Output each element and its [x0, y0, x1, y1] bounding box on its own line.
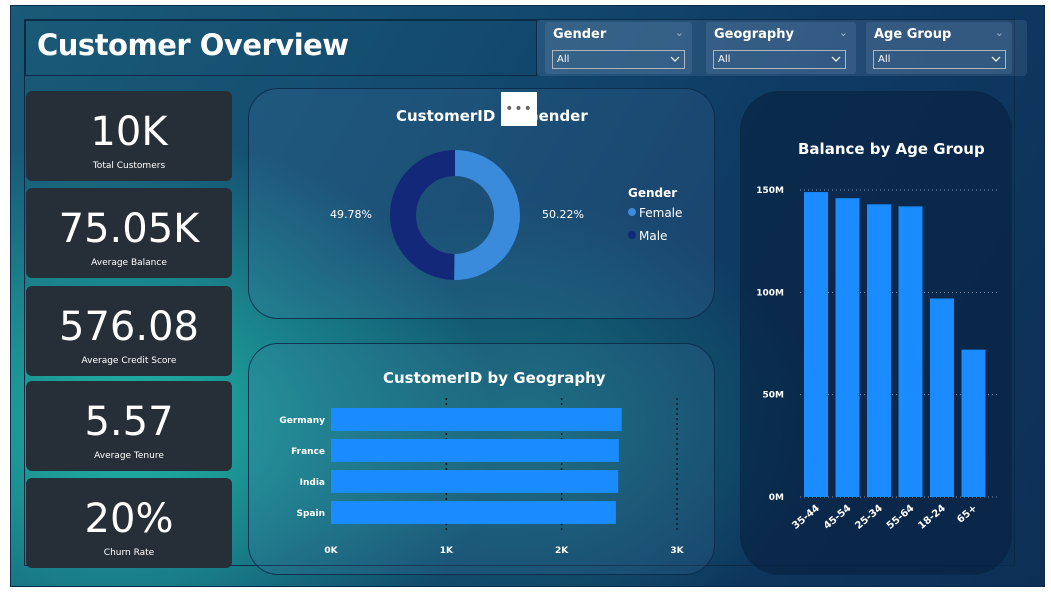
category-label: Germany	[279, 416, 325, 426]
legend-item-male[interactable]: Male	[628, 229, 667, 243]
x-tick-label: 65+	[955, 503, 979, 526]
chevron-down-icon[interactable]: ⌄	[839, 26, 848, 39]
legend-dot-icon	[628, 231, 636, 239]
category-label: Spain	[297, 509, 326, 519]
x-tick-label: 18-24	[916, 503, 948, 530]
x-tick-label: 2K	[555, 546, 569, 556]
donut-value-label-male: 49.78%	[330, 208, 372, 221]
bar-france[interactable]	[331, 439, 619, 462]
bar-spain[interactable]	[331, 501, 616, 524]
page-title: Customer Overview	[37, 28, 349, 62]
legend-label: Male	[639, 229, 668, 243]
chart-title: CustomerID by Gender	[396, 107, 588, 125]
kpi-average-tenure: 5.57 Average Tenure	[26, 381, 232, 471]
chevron-down-icon[interactable]: ⌄	[675, 26, 684, 39]
kpi-average-balance: 75.05K Average Balance	[26, 188, 232, 278]
chevron-down-icon[interactable]	[990, 52, 1002, 66]
kpi-value: 75.05K	[58, 206, 200, 252]
slicer-dropdown-gender[interactable]: All	[552, 50, 685, 69]
slicer-age-group[interactable]: Age Group ⌄ All	[866, 22, 1012, 74]
slicer-value: All	[718, 54, 731, 65]
bar-35-44[interactable]	[804, 192, 828, 497]
slicer-dropdown-geography[interactable]: All	[713, 50, 846, 69]
legend-item-female[interactable]: Female	[628, 206, 682, 220]
bar-55-64[interactable]	[898, 206, 923, 497]
donut-value-label-female: 50.22%	[542, 208, 584, 221]
legend-dot-icon	[628, 208, 636, 216]
x-tick-label: 45-54	[822, 503, 854, 530]
x-tick-label: 25-34	[853, 503, 885, 530]
slicer-geography[interactable]: Geography ⌄ All	[706, 22, 856, 74]
donut-slice-male[interactable]	[390, 150, 456, 280]
kpi-value: 5.57	[84, 399, 174, 445]
bar-18-24[interactable]	[930, 298, 954, 497]
category-label: India	[300, 478, 325, 488]
slicer-value: All	[557, 54, 570, 65]
kpi-label: Average Credit Score	[81, 356, 177, 366]
kpi-value: 10K	[90, 109, 168, 155]
x-tick-label: 1K	[440, 546, 454, 556]
bar-45-54[interactable]	[835, 198, 860, 498]
y-tick-label: 100M	[756, 288, 784, 298]
legend-title: Gender	[628, 186, 678, 200]
bar-25-34[interactable]	[867, 204, 891, 497]
kpi-label: Average Tenure	[94, 451, 164, 461]
kpi-average-credit-score: 576.08 Average Credit Score	[26, 286, 232, 376]
chart-title: Balance by Age Group	[798, 140, 985, 158]
kpi-total-customers: 10K Total Customers	[26, 91, 232, 181]
legend-label: Female	[639, 206, 683, 220]
geography-bar-chart[interactable]: 0K 1K 2K 3K Germany France India Spain	[260, 395, 700, 565]
kpi-label: Total Customers	[92, 161, 166, 171]
x-tick-label: 0K	[324, 546, 338, 556]
kpi-label: Churn Rate	[103, 548, 155, 558]
gender-donut-chart[interactable]	[380, 140, 530, 290]
bar-germany[interactable]	[331, 408, 622, 431]
x-tick-label: 3K	[670, 546, 684, 556]
chevron-down-icon[interactable]	[830, 52, 842, 66]
y-tick-label: 0M	[769, 493, 784, 503]
x-tick-label: 35-44	[790, 503, 822, 530]
chart-title: CustomerID by Geography	[383, 369, 606, 387]
category-label: France	[291, 447, 325, 457]
slicer-dropdown-age-group[interactable]: All	[873, 50, 1006, 69]
kpi-label: Average Balance	[91, 258, 167, 268]
slicer-gender[interactable]: Gender ⌄ All	[545, 22, 692, 74]
donut-slice-female[interactable]	[453, 150, 520, 280]
slicer-value: All	[878, 54, 891, 65]
kpi-value: 576.08	[59, 304, 199, 350]
bar-65+[interactable]	[961, 349, 986, 497]
y-tick-label: 150M	[756, 186, 784, 196]
y-tick-label: 50M	[763, 391, 785, 401]
kpi-churn-rate: 20% Churn Rate	[26, 478, 232, 568]
age-group-bar-chart[interactable]: 0M 50M 100M 150M 35-44 45-54 25-34 55-64 18-24 65…	[745, 175, 1005, 530]
chevron-down-icon[interactable]: ⌄	[995, 26, 1004, 39]
slicer-label: Gender	[553, 27, 607, 42]
chevron-down-icon[interactable]	[669, 52, 681, 66]
bar-india[interactable]	[331, 470, 619, 493]
x-tick-label: 55-64	[885, 503, 917, 530]
slicer-label: Geography	[714, 27, 794, 42]
slicer-label: Age Group	[874, 27, 952, 42]
more-options-button[interactable]: •••	[501, 92, 537, 126]
kpi-value: 20%	[84, 496, 174, 542]
